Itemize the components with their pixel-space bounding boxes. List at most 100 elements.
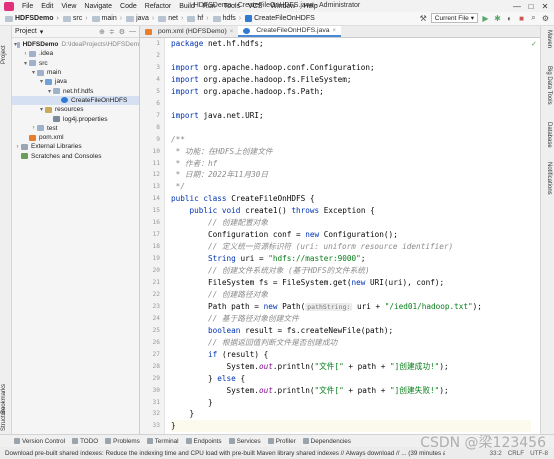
menu-item-navigate[interactable]: Navigate	[80, 3, 116, 10]
tree-item[interactable]: log4j.properties	[12, 114, 139, 123]
code-token: import	[171, 86, 199, 96]
project-panel-title[interactable]: Project	[15, 28, 37, 35]
tree-item[interactable]: ▾ HDFSDemo D:\IdeaProjects\HDFSDem	[12, 40, 139, 49]
expand-arrow-icon[interactable]: ▾	[38, 78, 45, 85]
menu-item-help[interactable]: Help	[299, 3, 321, 10]
run-icon[interactable]: ▶	[481, 14, 490, 23]
close-tab-icon[interactable]: ×	[333, 28, 337, 34]
tool-window-services[interactable]: Services	[228, 438, 261, 445]
line-number: 29	[152, 374, 160, 382]
menu-item-refactor[interactable]: Refactor	[141, 3, 175, 10]
hammer-build-icon[interactable]: ⚒	[419, 14, 428, 23]
tree-item[interactable]: pom.xml	[12, 133, 139, 142]
breadcrumb-item[interactable]: hf ›	[185, 15, 210, 22]
breadcrumb-item[interactable]: net ›	[156, 15, 185, 22]
menu-item-code[interactable]: Code	[116, 3, 141, 10]
tool-window-profiler[interactable]: Profiler	[267, 438, 296, 445]
tree-item[interactable]: CreateFileOnHDFS	[12, 95, 139, 106]
code-line: // 基于路径对象创建文件	[171, 313, 299, 325]
tree-item[interactable]: Scratches and Consoles	[12, 152, 139, 161]
expand-arrow-icon[interactable]: ›	[30, 125, 37, 131]
project-tree: ▾ HDFSDemo D:\IdeaProjects\HDFSDem › .idea ▾ s…	[12, 38, 139, 161]
tool-window-terminal[interactable]: Terminal	[146, 438, 179, 445]
expand-arrow-icon[interactable]: ▾	[22, 60, 29, 67]
tree-item[interactable]: › .idea	[12, 49, 139, 58]
close-tab-icon[interactable]: ×	[230, 29, 234, 35]
cursor-position[interactable]: 33:2	[489, 450, 501, 457]
file-encoding[interactable]: UTF-8	[530, 450, 548, 457]
editor-tab[interactable]: CreateFileOnHDFS.java ×	[238, 26, 342, 37]
menu-item-run[interactable]: Run	[199, 3, 220, 10]
expand-arrow-icon[interactable]: ›	[14, 144, 21, 150]
search-icon[interactable]: ⌕	[529, 13, 538, 23]
coverage-icon[interactable]: ◐	[505, 14, 514, 23]
code-token: System.	[171, 361, 259, 371]
chevron-down-icon[interactable]: ▾	[40, 28, 44, 36]
close-button[interactable]: ✕	[538, 2, 552, 11]
tree-item[interactable]: ▾ net.hf.hdfs	[12, 86, 139, 95]
expand-arrow-icon[interactable]: ▾	[30, 69, 37, 76]
tree-item-label: CreateFileOnHDFS	[71, 96, 128, 104]
menu-item-edit[interactable]: Edit	[37, 3, 57, 10]
maximize-button[interactable]: □	[524, 2, 538, 11]
project-tool-tab[interactable]: Project	[1, 45, 7, 64]
debug-icon[interactable]: ✱	[493, 14, 502, 23]
collapse-icon[interactable]: ≑	[109, 28, 115, 36]
expand-arrow-icon[interactable]: ▾	[38, 106, 45, 113]
menu-item-tools[interactable]: Tools	[220, 3, 244, 10]
menu-item-vcs[interactable]: VCS	[244, 3, 266, 10]
menu-item-view[interactable]: View	[57, 3, 80, 10]
breadcrumb-item[interactable]: src ›	[61, 15, 90, 22]
hide-icon[interactable]: —	[129, 28, 136, 36]
tree-item[interactable]: › External Libraries	[12, 142, 139, 151]
menu-item-window[interactable]: Window	[266, 3, 299, 10]
settings-gear-icon[interactable]: ⚙	[541, 14, 550, 23]
menu-item-file[interactable]: File	[18, 3, 37, 10]
line-separator[interactable]: CRLF	[508, 450, 524, 457]
status-message[interactable]: Download pre-built shared indexes: Reduc…	[5, 450, 445, 457]
left-tool-strip: Project Bookmarks Structure	[0, 26, 12, 434]
code-area[interactable]: package net.hf.hdfs; import org.apache.ha…	[171, 38, 531, 434]
maven-tool-tab[interactable]: Maven	[546, 30, 552, 48]
minimize-button[interactable]: —	[510, 2, 524, 11]
tool-window-dependencies[interactable]: Dependencies	[302, 438, 351, 445]
breadcrumb-item[interactable]: CreateFileOnHDFS	[243, 15, 317, 22]
tool-window-problems[interactable]: Problems	[105, 438, 140, 445]
breadcrumb-item[interactable]: hdfs ›	[211, 15, 244, 22]
tree-item[interactable]: ▾ java	[12, 77, 139, 86]
tool-window-version-control[interactable]: Version Control	[14, 438, 65, 445]
tool-window-todo[interactable]: TODO	[72, 438, 98, 445]
folder-icon	[29, 50, 36, 57]
breadcrumb-item[interactable]: HDFSDemo ›	[3, 15, 61, 22]
tree-item[interactable]: ▾ main	[12, 68, 139, 77]
tree-item[interactable]: › test	[12, 124, 139, 133]
no-problems-check-icon[interactable]: ✓	[531, 40, 538, 48]
editor-tab[interactable]: pom.xml (HDFSDemo) ×	[140, 26, 238, 37]
database-tool-tab[interactable]: Database	[546, 122, 552, 148]
breadcrumb-item[interactable]: java ›	[124, 15, 156, 22]
expand-arrow-icon[interactable]: ▾	[46, 88, 53, 95]
menu-item-build[interactable]: Build	[175, 3, 199, 10]
breadcrumb-item[interactable]: main ›	[90, 15, 125, 22]
tree-item[interactable]: ▾ resources	[12, 105, 139, 114]
code-editor[interactable]: 1 2 3 4 5 6 7 8 9 10 11 12 13 14 15 16 17 18 19 20 21 22 23 24 2…	[140, 38, 540, 434]
locate-icon[interactable]: ⊕	[99, 28, 105, 36]
structure-tool-tab[interactable]: Structure	[1, 407, 7, 431]
tool-window-endpoints[interactable]: Endpoints	[185, 438, 222, 445]
tool-window-label: Version Control	[22, 437, 66, 445]
notifications-tool-tab[interactable]: Notifications	[546, 162, 552, 195]
tool-window-label: Problems	[113, 437, 140, 445]
intellij-logo-icon	[4, 1, 14, 11]
expand-arrow-icon[interactable]: ›	[22, 51, 29, 57]
big-data-tools-tab[interactable]: Big Data Tools	[546, 66, 552, 105]
breadcrumb-label: src	[72, 15, 83, 22]
settings-gear-icon[interactable]: ⚙	[119, 28, 125, 36]
tree-item[interactable]: ▾ src	[12, 59, 139, 68]
code-line: }	[171, 397, 213, 409]
run-configuration-select[interactable]: Current File ▾	[430, 13, 478, 23]
stop-icon[interactable]: ■	[517, 14, 526, 23]
code-token: + path +	[343, 361, 391, 371]
code-line: // 创建路径对象	[171, 289, 268, 301]
tree-item-path: D:\IdeaProjects\HDFSDem	[61, 41, 139, 49]
